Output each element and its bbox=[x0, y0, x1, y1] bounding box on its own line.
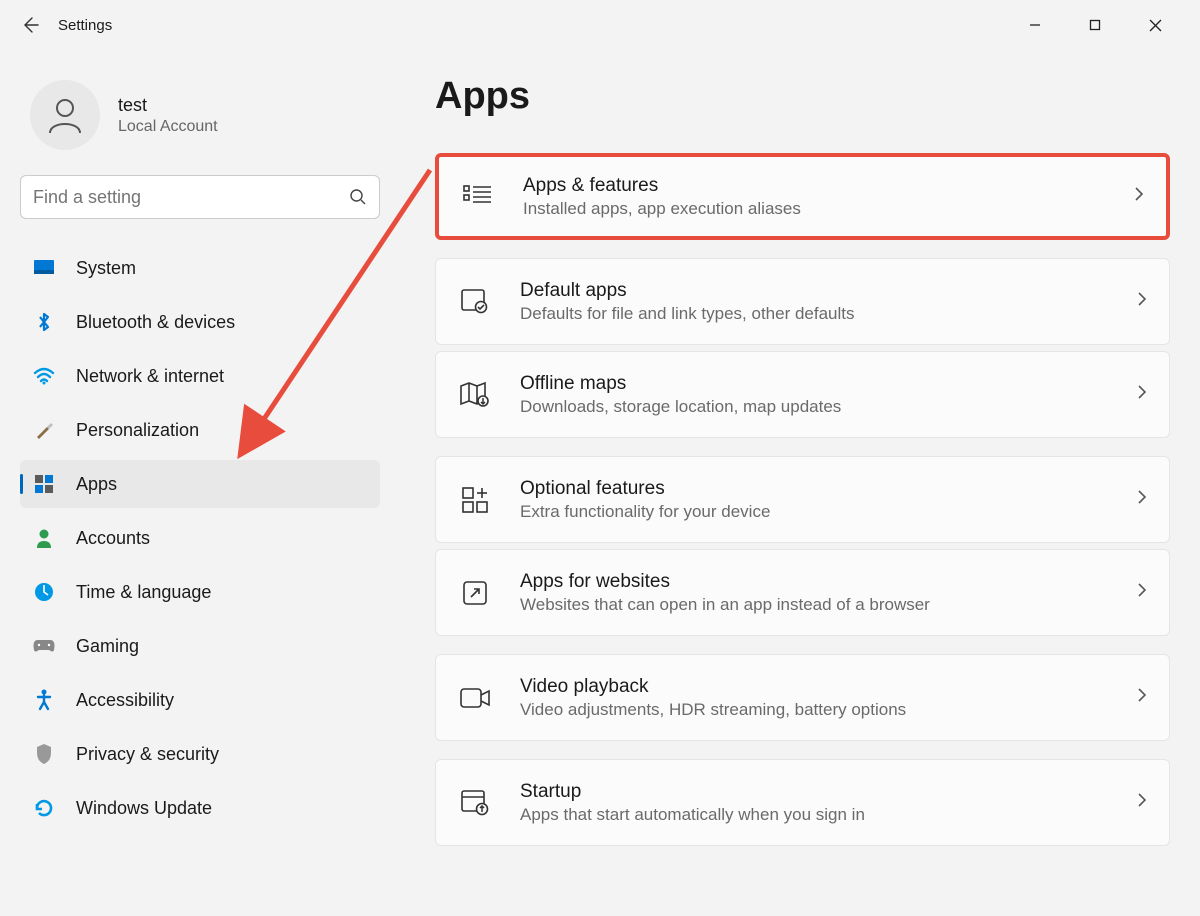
apps-icon bbox=[32, 472, 56, 496]
chevron-right-icon bbox=[1137, 792, 1147, 813]
card-subtitle: Defaults for file and link types, other … bbox=[520, 304, 1137, 324]
card-subtitle: Installed apps, app execution aliases bbox=[523, 199, 1134, 219]
video-icon bbox=[458, 681, 492, 715]
card-title: Startup bbox=[520, 781, 1137, 803]
minimize-icon bbox=[1029, 19, 1041, 31]
maximize-icon bbox=[1089, 19, 1101, 31]
sidebar-item-accounts[interactable]: Accounts bbox=[20, 514, 380, 562]
sidebar-item-gaming[interactable]: Gaming bbox=[20, 622, 380, 670]
card-offline-maps[interactable]: Offline maps Downloads, storage location… bbox=[435, 351, 1170, 438]
sidebar-item-label: Accounts bbox=[76, 528, 150, 549]
map-icon bbox=[458, 378, 492, 412]
user-name: test bbox=[118, 95, 218, 116]
minimize-button[interactable] bbox=[1015, 9, 1055, 41]
card-video-playback[interactable]: Video playback Video adjustments, HDR st… bbox=[435, 654, 1170, 741]
search-input[interactable] bbox=[33, 187, 349, 208]
page-title: Apps bbox=[435, 75, 1170, 118]
titlebar-title: Settings bbox=[58, 17, 112, 34]
card-subtitle: Websites that can open in an app instead… bbox=[520, 595, 1137, 615]
chevron-right-icon bbox=[1137, 291, 1147, 312]
sidebar-item-bluetooth[interactable]: Bluetooth & devices bbox=[20, 298, 380, 346]
chevron-right-icon bbox=[1137, 687, 1147, 708]
sidebar-item-label: Windows Update bbox=[76, 798, 212, 819]
user-type: Local Account bbox=[118, 118, 218, 136]
card-optional-features[interactable]: Optional features Extra functionality fo… bbox=[435, 456, 1170, 543]
card-subtitle: Apps that start automatically when you s… bbox=[520, 805, 1137, 825]
wifi-icon bbox=[32, 364, 56, 388]
open-external-icon bbox=[458, 576, 492, 610]
titlebar: Settings bbox=[0, 0, 1200, 50]
card-title: Offline maps bbox=[520, 373, 1137, 395]
back-arrow-icon bbox=[20, 15, 40, 35]
paintbrush-icon bbox=[32, 418, 56, 442]
avatar bbox=[30, 80, 100, 150]
sidebar-item-label: Privacy & security bbox=[76, 744, 219, 765]
sidebar-item-label: Gaming bbox=[76, 636, 139, 657]
user-section[interactable]: test Local Account bbox=[20, 70, 380, 175]
default-apps-icon bbox=[458, 285, 492, 319]
card-apps-websites[interactable]: Apps for websites Websites that can open… bbox=[435, 549, 1170, 636]
card-startup[interactable]: Startup Apps that start automatically wh… bbox=[435, 759, 1170, 846]
search-box[interactable] bbox=[20, 175, 380, 219]
close-button[interactable] bbox=[1135, 9, 1175, 41]
card-title: Default apps bbox=[520, 280, 1137, 302]
sidebar-item-label: Accessibility bbox=[76, 690, 174, 711]
card-subtitle: Downloads, storage location, map updates bbox=[520, 397, 1137, 417]
sidebar: test Local Account System Bluetooth & de… bbox=[0, 50, 400, 916]
card-default-apps[interactable]: Default apps Defaults for file and link … bbox=[435, 258, 1170, 345]
nav-list: System Bluetooth & devices Network & int… bbox=[20, 244, 380, 832]
chevron-right-icon bbox=[1137, 582, 1147, 603]
sidebar-item-label: Network & internet bbox=[76, 366, 224, 387]
user-icon bbox=[43, 93, 87, 137]
card-title: Apps for websites bbox=[520, 571, 1137, 593]
accessibility-icon bbox=[32, 688, 56, 712]
startup-icon bbox=[458, 786, 492, 820]
main-panel: Apps Apps & features Installed apps, app… bbox=[400, 50, 1200, 916]
card-title: Video playback bbox=[520, 676, 1137, 698]
bluetooth-icon bbox=[32, 310, 56, 334]
list-icon bbox=[461, 180, 495, 214]
gamepad-icon bbox=[32, 634, 56, 658]
sidebar-item-accessibility[interactable]: Accessibility bbox=[20, 676, 380, 724]
sidebar-item-apps[interactable]: Apps bbox=[20, 460, 380, 508]
chevron-right-icon bbox=[1137, 384, 1147, 405]
window-controls bbox=[1015, 9, 1190, 41]
person-icon bbox=[32, 526, 56, 550]
sidebar-item-update[interactable]: Windows Update bbox=[20, 784, 380, 832]
sidebar-item-label: Time & language bbox=[76, 582, 211, 603]
card-apps-features[interactable]: Apps & features Installed apps, app exec… bbox=[435, 153, 1170, 240]
maximize-button[interactable] bbox=[1075, 9, 1115, 41]
card-subtitle: Extra functionality for your device bbox=[520, 502, 1137, 522]
sidebar-item-label: System bbox=[76, 258, 136, 279]
sidebar-item-system[interactable]: System bbox=[20, 244, 380, 292]
sidebar-item-label: Bluetooth & devices bbox=[76, 312, 235, 333]
card-title: Apps & features bbox=[523, 175, 1134, 197]
sidebar-item-network[interactable]: Network & internet bbox=[20, 352, 380, 400]
sidebar-item-label: Personalization bbox=[76, 420, 199, 441]
sidebar-item-time[interactable]: Time & language bbox=[20, 568, 380, 616]
sidebar-item-personalization[interactable]: Personalization bbox=[20, 406, 380, 454]
sidebar-item-label: Apps bbox=[76, 474, 117, 495]
close-icon bbox=[1149, 19, 1162, 32]
card-subtitle: Video adjustments, HDR streaming, batter… bbox=[520, 700, 1137, 720]
plus-grid-icon bbox=[458, 483, 492, 517]
update-icon bbox=[32, 796, 56, 820]
card-title: Optional features bbox=[520, 478, 1137, 500]
display-icon bbox=[32, 256, 56, 280]
clock-globe-icon bbox=[32, 580, 56, 604]
chevron-right-icon bbox=[1137, 489, 1147, 510]
chevron-right-icon bbox=[1134, 186, 1144, 207]
sidebar-item-privacy[interactable]: Privacy & security bbox=[20, 730, 380, 778]
search-icon bbox=[349, 188, 367, 206]
back-button[interactable] bbox=[10, 5, 50, 45]
shield-icon bbox=[32, 742, 56, 766]
